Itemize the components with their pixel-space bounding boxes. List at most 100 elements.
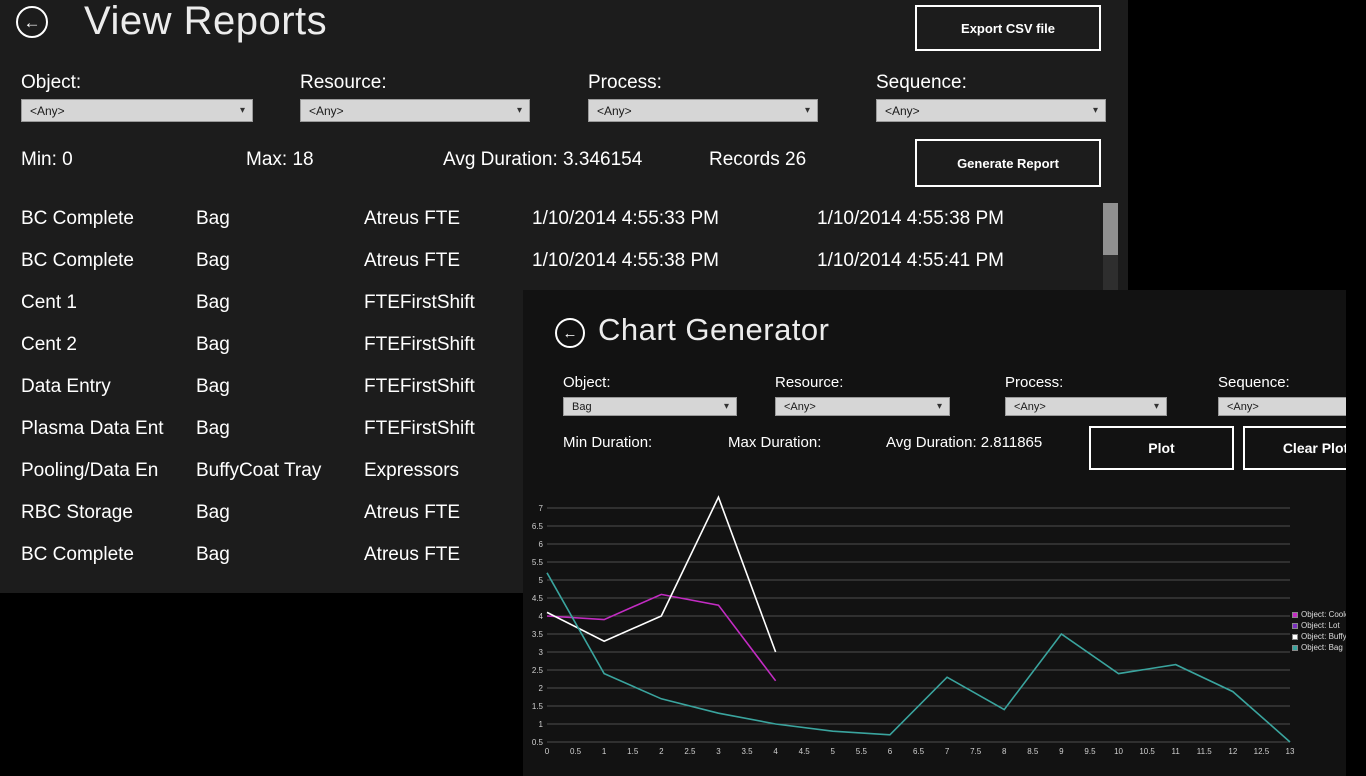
table-cell: BC Complete bbox=[21, 534, 196, 576]
table-cell: Bag bbox=[196, 492, 364, 534]
table-cell: FTEFirstShift bbox=[364, 408, 532, 450]
export-csv-button[interactable]: Export CSV file bbox=[915, 5, 1101, 51]
table-cell: 1/10/2014 4:55:33 PM bbox=[532, 198, 817, 240]
back-button[interactable]: ← bbox=[16, 6, 48, 38]
chevron-down-icon: ▾ bbox=[937, 402, 949, 412]
svg-text:11.5: 11.5 bbox=[1197, 747, 1213, 756]
page-title: View Reports bbox=[84, 0, 327, 44]
chevron-down-icon: ▾ bbox=[1093, 106, 1105, 116]
table-cell: Plasma Data Ent bbox=[21, 408, 196, 450]
dropdown-value: <Any> bbox=[776, 401, 937, 413]
svg-text:3.5: 3.5 bbox=[532, 630, 544, 639]
svg-text:1.5: 1.5 bbox=[627, 747, 639, 756]
table-cell: FTEFirstShift bbox=[364, 324, 532, 366]
svg-text:5.5: 5.5 bbox=[532, 558, 544, 567]
object-dropdown[interactable]: <Any> ▾ bbox=[21, 99, 253, 122]
svg-text:10: 10 bbox=[1114, 747, 1123, 756]
table-cell: 1/10/2014 4:55:38 PM bbox=[817, 198, 1081, 240]
table-cell: Pooling/Data En bbox=[21, 450, 196, 492]
svg-text:5: 5 bbox=[831, 747, 836, 756]
legend-label: Object: Lot bbox=[1301, 621, 1340, 630]
chevron-down-icon: ▾ bbox=[1154, 402, 1166, 412]
legend-item: Object: Buffy bbox=[1292, 632, 1346, 641]
min-stat: Min: 0 bbox=[21, 149, 73, 171]
process-dropdown[interactable]: <Any> ▾ bbox=[1005, 397, 1167, 416]
resource-filter-label: Resource: bbox=[300, 72, 387, 94]
process-dropdown[interactable]: <Any> ▾ bbox=[588, 99, 818, 122]
page-title: Chart Generator bbox=[598, 310, 830, 350]
resource-filter-label: Resource: bbox=[775, 374, 843, 391]
svg-text:12: 12 bbox=[1228, 747, 1237, 756]
sequence-filter-label: Sequence: bbox=[876, 72, 967, 94]
plot-button[interactable]: Plot bbox=[1089, 426, 1234, 470]
table-cell: BuffyCoat Tray bbox=[196, 450, 364, 492]
svg-text:3.5: 3.5 bbox=[741, 747, 753, 756]
svg-text:6.5: 6.5 bbox=[532, 522, 544, 531]
table-cell: RBC Storage bbox=[21, 492, 196, 534]
legend-swatch-icon bbox=[1292, 612, 1298, 618]
table-cell: Bag bbox=[196, 366, 364, 408]
table-cell: Cent 2 bbox=[21, 324, 196, 366]
svg-text:6: 6 bbox=[539, 540, 544, 549]
chevron-down-icon: ▾ bbox=[805, 106, 817, 116]
sequence-filter-label: Sequence: bbox=[1218, 374, 1290, 391]
chevron-down-icon: ▾ bbox=[240, 106, 252, 116]
dropdown-value: Bag bbox=[564, 401, 724, 413]
svg-text:4: 4 bbox=[773, 747, 778, 756]
resource-dropdown[interactable]: <Any> ▾ bbox=[300, 99, 530, 122]
max-duration-stat: Max Duration: bbox=[728, 434, 821, 451]
svg-text:2: 2 bbox=[539, 684, 544, 693]
dropdown-value: <Any> bbox=[877, 104, 1093, 118]
sequence-dropdown[interactable]: <Any> ▾ bbox=[1218, 397, 1346, 416]
legend-label: Object: Buffy bbox=[1301, 632, 1346, 641]
svg-text:2.5: 2.5 bbox=[684, 747, 696, 756]
chevron-down-icon: ▾ bbox=[517, 106, 529, 116]
dropdown-value: <Any> bbox=[1219, 401, 1346, 413]
object-dropdown[interactable]: Bag ▾ bbox=[563, 397, 737, 416]
dropdown-value: <Any> bbox=[22, 104, 240, 118]
svg-text:5: 5 bbox=[539, 576, 544, 585]
generate-report-button[interactable]: Generate Report bbox=[915, 139, 1101, 187]
table-cell: Atreus FTE bbox=[364, 534, 532, 576]
back-button[interactable]: ← bbox=[555, 318, 585, 348]
legend-item: Object: Coole bbox=[1292, 610, 1346, 619]
legend-item: Object: Bag bbox=[1292, 643, 1346, 652]
avg-duration-stat: Avg Duration: 2.811865 bbox=[886, 434, 1042, 451]
table-cell: Bag bbox=[196, 408, 364, 450]
table-row[interactable]: BC CompleteBagAtreus FTE1/10/2014 4:55:3… bbox=[21, 240, 1081, 282]
chevron-down-icon: ▾ bbox=[724, 402, 736, 412]
legend-item: Object: Lot bbox=[1292, 621, 1346, 630]
process-filter-label: Process: bbox=[1005, 374, 1063, 391]
dropdown-value: <Any> bbox=[1006, 401, 1154, 413]
svg-text:5.5: 5.5 bbox=[856, 747, 868, 756]
table-cell: 1/10/2014 4:55:38 PM bbox=[532, 240, 817, 282]
svg-text:1: 1 bbox=[602, 747, 607, 756]
svg-text:0.5: 0.5 bbox=[570, 747, 582, 756]
table-cell: Data Entry bbox=[21, 366, 196, 408]
table-row[interactable]: BC CompleteBagAtreus FTE1/10/2014 4:55:3… bbox=[21, 198, 1081, 240]
svg-text:13: 13 bbox=[1286, 747, 1295, 756]
svg-text:2: 2 bbox=[659, 747, 664, 756]
svg-text:7: 7 bbox=[539, 504, 544, 513]
svg-text:8.5: 8.5 bbox=[1027, 747, 1039, 756]
svg-text:2.5: 2.5 bbox=[532, 666, 544, 675]
table-cell: Expressors bbox=[364, 450, 532, 492]
scrollbar-thumb[interactable] bbox=[1103, 203, 1118, 255]
svg-text:1: 1 bbox=[539, 720, 544, 729]
table-cell: Atreus FTE bbox=[364, 198, 532, 240]
svg-text:6: 6 bbox=[888, 747, 893, 756]
desktop-background: ← View Reports Export CSV file Object: R… bbox=[0, 0, 1366, 776]
clear-plot-button[interactable]: Clear Plot bbox=[1243, 426, 1346, 470]
legend-label: Object: Bag bbox=[1301, 643, 1343, 652]
svg-text:4.5: 4.5 bbox=[532, 594, 544, 603]
svg-text:4.5: 4.5 bbox=[799, 747, 811, 756]
table-cell: Bag bbox=[196, 240, 364, 282]
legend-label: Object: Coole bbox=[1301, 610, 1346, 619]
process-filter-label: Process: bbox=[588, 72, 662, 94]
table-cell: Bag bbox=[196, 198, 364, 240]
sequence-dropdown[interactable]: <Any> ▾ bbox=[876, 99, 1106, 122]
chart-plot-area: 0.511.522.533.544.555.566.5700.511.522.5… bbox=[531, 490, 1331, 765]
resource-dropdown[interactable]: <Any> ▾ bbox=[775, 397, 950, 416]
table-cell: BC Complete bbox=[21, 198, 196, 240]
legend-swatch-icon bbox=[1292, 645, 1298, 651]
